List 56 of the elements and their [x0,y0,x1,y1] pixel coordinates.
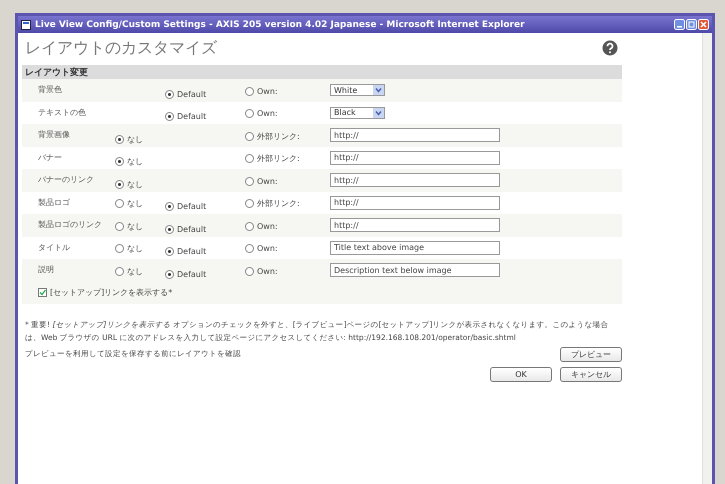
setting-label: 背景色 [38,85,63,96]
ok-button[interactable]: OK [490,366,552,382]
setting-label: バナーのリンク [38,175,95,186]
checkmark-icon [39,289,46,296]
radio-button[interactable]: 外部リンク: [245,130,300,142]
setting-label: 製品ロゴのリンク [38,220,103,230]
radio-button[interactable]: Default [165,270,206,279]
window-title: Live View Config/Custom Settings - AXIS 205 version 4.02 Japanese - Microsoft Internet Explorer [35,20,526,30]
dropdown-arrow-icon[interactable] [373,85,384,96]
checkbox[interactable]: [セットアップ]リンクを表示する* [38,287,172,298]
cancel-button[interactable]: キャンセル [560,366,622,382]
text-field[interactable]: Title text above image [330,240,500,255]
radio-button[interactable]: なし [115,156,143,168]
radio-button[interactable]: Default [165,247,206,256]
radio-button[interactable]: Own: [245,176,278,186]
dropdown-arrow-icon[interactable] [373,108,384,118]
page-heading: レイアウトのカスタマイズ [25,38,217,58]
radio-button[interactable]: なし [115,134,143,145]
radio-button[interactable]: なし [115,266,143,277]
radio-button[interactable]: Default [165,90,206,99]
dropdown[interactable]: Black [330,106,385,119]
setting-label: 背景画像 [38,130,71,140]
radio-button[interactable]: Default [165,112,206,122]
radio-button[interactable]: Default [165,202,206,212]
preview-button[interactable]: プレビュー [560,346,622,362]
text-field[interactable]: http:// [330,196,500,210]
text-field[interactable]: http:// [330,128,500,142]
radio-button[interactable]: Own: [245,86,278,96]
minimize-icon[interactable] [674,19,685,30]
browser-icon [21,20,31,30]
radio-button[interactable]: なし [115,220,143,232]
setting-label: タイトル [38,242,71,253]
radio-button[interactable]: 外部リンク: [245,153,300,164]
setting-label: 製品ロゴ [38,198,71,208]
radio-button[interactable]: なし [115,243,143,254]
radio-button[interactable]: Default [165,224,206,234]
text-field[interactable]: http:// [330,218,500,232]
section-title: レイアウト変更 [25,66,88,78]
radio-button[interactable]: Own: [245,266,278,276]
text-field[interactable]: Description text below image [330,263,500,278]
text-field[interactable]: http:// [330,150,500,165]
radio-button[interactable]: なし [115,198,143,210]
setting-label: バナー [38,152,63,163]
radio-button[interactable]: Own: [245,109,278,118]
radio-button[interactable]: Own: [245,222,278,231]
setting-label: 説明 [38,265,55,276]
scrollbar[interactable] [702,33,712,484]
radio-button[interactable]: なし [115,178,143,190]
dropdown[interactable]: White [330,84,385,96]
radio-button[interactable]: Own: [245,244,278,254]
help-icon[interactable] [602,40,618,56]
close-icon[interactable] [698,19,709,30]
text-field[interactable]: http:// [330,173,500,188]
radio-button[interactable]: 外部リンク: [245,198,300,210]
maximize-icon[interactable] [686,19,697,30]
setting-label: テキストの色 [38,108,87,118]
